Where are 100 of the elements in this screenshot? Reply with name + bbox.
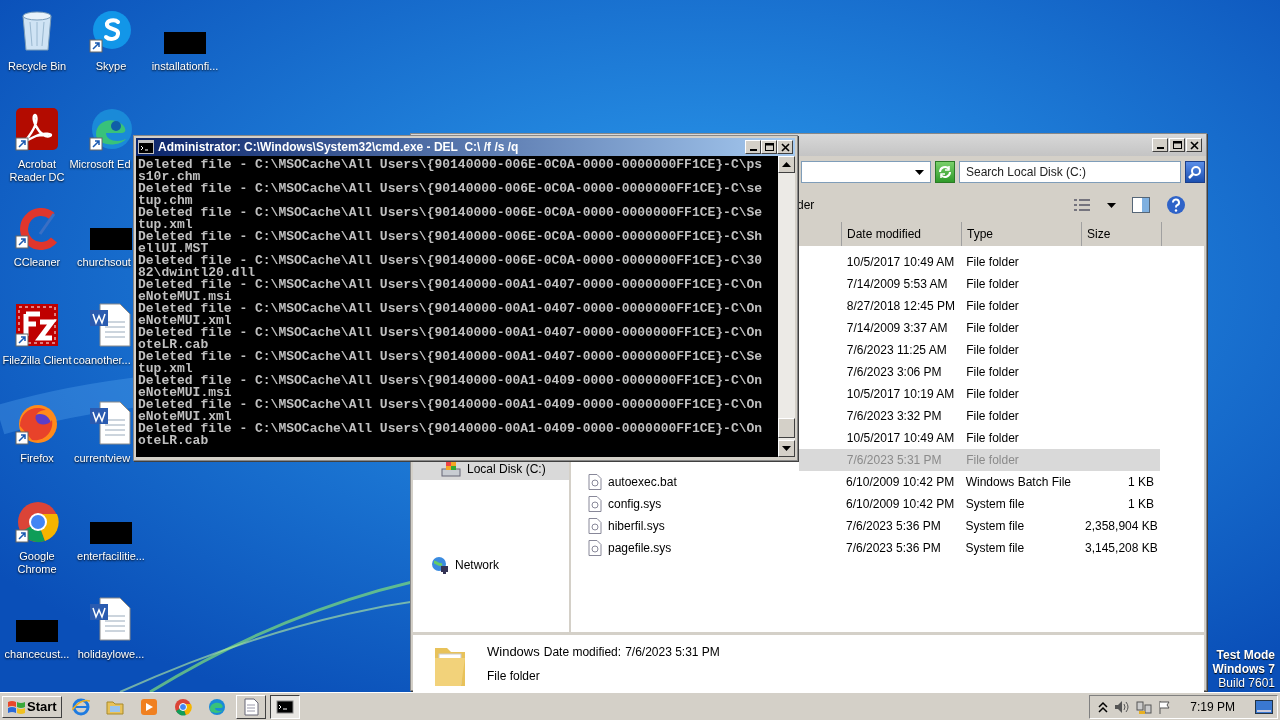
date-cell-text: 7/14/2009 5:53 AM [845, 276, 949, 293]
date-cell-text: 7/6/2023 3:06 PM [845, 364, 943, 381]
caret-icon [915, 169, 924, 175]
desktop-icon-label[interactable]: Skype [95, 60, 127, 73]
minimize-icon [749, 149, 757, 151]
refresh-icon [937, 165, 953, 179]
refresh-button[interactable] [935, 161, 955, 183]
speaker-icon[interactable] [1114, 699, 1131, 714]
system-notice: Windows 7 [1212, 662, 1275, 676]
desktop-icon-label[interactable]: CCleaner [13, 256, 61, 269]
console-line: s10r.chm [138, 171, 201, 183]
desktop-icon-label[interactable]: coanother... [73, 354, 131, 367]
console-line: oteLR.cab [138, 435, 210, 447]
desktop-icon-label[interactable]: Google Chrome [1, 550, 73, 576]
arrow-down-icon [782, 446, 791, 451]
size-cell-text: 3,145,208 KB [1084, 540, 1159, 557]
column-header[interactable]: Size [1082, 222, 1162, 246]
caret-icon[interactable] [1107, 202, 1116, 208]
close-button[interactable] [777, 140, 793, 154]
desktop-icon-label[interactable]: Recycle Bin [7, 60, 67, 73]
start-button[interactable]: Start [2, 695, 62, 718]
date-cell-text: 10/5/2017 10:19 AM [845, 386, 956, 403]
desktop-icon-label[interactable]: Firefox [20, 452, 54, 465]
file-row[interactable]: 7/6/2023 3:06 PM File folder [799, 361, 1160, 383]
item-type: File folder [487, 668, 541, 686]
file-row[interactable]: 7/14/2009 3:37 AM File folder [799, 317, 1160, 339]
console-line: Deleted file - C:\MSOCache\All Users\{90140000-006E-0C0A-0000-0000000FF1CE}-C\Se [138, 207, 764, 219]
chevron-up-icon[interactable] [1098, 700, 1109, 713]
file-row[interactable]: 7/14/2009 5:53 AM File folder [799, 273, 1160, 295]
search-icon [1188, 165, 1202, 179]
network-icon[interactable] [1136, 698, 1153, 715]
desktop-icon-label[interactable]: enterfacilitie... [77, 550, 145, 563]
nav-item[interactable]: Network [413, 554, 569, 576]
file-row[interactable]: 10/5/2017 10:49 AM File folder [799, 427, 1160, 449]
size-cell-text: 1 KB [1126, 474, 1155, 491]
desktop-icon-label[interactable]: Microsoft Ed [69, 158, 131, 171]
window-title: Administrator: C:\Windows\System32\cmd.exe - DEL C:\ /f /s /q [158, 139, 519, 156]
date-cell-text: 7/6/2023 11:25 AM [845, 342, 948, 359]
redaction-bar [90, 522, 132, 544]
file-row[interactable]: 7/6/2023 3:32 PM File folder [799, 405, 1160, 427]
show-desktop-icon[interactable] [1255, 699, 1273, 714]
file-row[interactable]: 10/5/2017 10:49 AM File folder [799, 251, 1160, 273]
file-name: autoexec.bat [608, 474, 677, 491]
column-header[interactable]: Type [962, 222, 1082, 246]
console-line: Deleted file - C:\MSOCache\All Users\{90140000-00A1-0407-0000-0000000FF1CE}-C\On [138, 327, 764, 339]
file-row[interactable]: autoexec.bat 6/10/2009 10:42 PM Windows Batch File 1 KB [571, 471, 1160, 493]
edge-icon [207, 697, 226, 716]
type-cell-text: File folder [965, 254, 1020, 271]
console-line: Deleted file - C:\MSOCache\All Users\{90140000-006E-0C0A-0000-0000000FF1CE}-C\30 [138, 255, 764, 267]
file-icon [588, 474, 602, 490]
scroll-up-button[interactable] [778, 156, 795, 173]
preview-pane-icon[interactable] [1132, 197, 1150, 213]
type-cell-text: File folder [965, 320, 1020, 337]
date-cell-text: 7/6/2023 3:32 PM [845, 408, 943, 425]
console-line: eNoteMUI.msi [138, 387, 233, 399]
type-cell-text: File folder [965, 298, 1020, 315]
address-field[interactable] [801, 161, 931, 183]
file-row[interactable]: pagefile.sys 7/6/2023 5:36 PM System file 3,145,208 KB [571, 537, 1160, 559]
console-icon [275, 697, 294, 716]
help-icon[interactable] [1166, 195, 1186, 215]
console-line: tup.xml [138, 363, 194, 375]
type-cell-text: File folder [965, 386, 1020, 403]
minimize-button[interactable] [1152, 138, 1168, 152]
maximize-icon [1171, 140, 1183, 150]
desktop-icon-label[interactable]: currentview [73, 452, 131, 465]
minimize-button[interactable] [745, 140, 761, 154]
search-field[interactable]: Search Local Disk (C:) [959, 161, 1181, 183]
size-cell-text: 2,358,904 KB [1084, 518, 1159, 535]
console-line: Deleted file - C:\MSOCache\All Users\{90140000-006E-0C0A-0000-0000000FF1CE}-C\se [138, 183, 764, 195]
view-list-icon[interactable] [1073, 198, 1091, 212]
column-header[interactable]: Date modified [842, 222, 962, 246]
date-cell-text: 7/14/2009 3:37 AM [845, 320, 949, 337]
desktop-icon-label[interactable]: installationfi... [151, 60, 219, 73]
scroll-down-button[interactable] [778, 440, 795, 457]
media-player-icon [139, 697, 158, 716]
maximize-button[interactable] [761, 140, 777, 154]
desktop-icon-label[interactable]: holidaylowe... [77, 648, 145, 661]
flag-icon[interactable] [1158, 699, 1173, 714]
file-row[interactable]: hiberfil.sys 7/6/2023 5:36 PM System file 2,358,904 KB [571, 515, 1160, 537]
console-line: Deleted file - C:\MSOCache\All Users\{90140000-00A1-0409-0000-0000000FF1CE}-C\On [138, 375, 764, 387]
file-row[interactable]: 8/27/2018 12:45 PM File folder [799, 295, 1160, 317]
desktop-icon-label[interactable]: chancecust... [4, 648, 70, 661]
date-cell-text: 6/10/2009 10:42 PM [845, 474, 956, 491]
desktop-icon-label[interactable]: FileZilla Client [2, 354, 72, 367]
desktop-icon-label[interactable]: churchsout [77, 256, 131, 269]
console-line: oteLR.cab [138, 339, 209, 351]
date-label: Date modified: [543, 643, 622, 661]
network-icon [431, 556, 449, 574]
file-row[interactable]: 7/6/2023 11:25 AM File folder [799, 339, 1160, 361]
scroll-thumb[interactable] [778, 418, 795, 438]
taskbar-button[interactable] [269, 694, 300, 719]
close-button[interactable] [1186, 138, 1202, 152]
date-cell-text: 10/5/2017 10:49 AM [845, 254, 956, 271]
search-button[interactable] [1185, 161, 1205, 183]
file-row[interactable]: 10/5/2017 10:19 AM File folder [799, 383, 1160, 405]
clock[interactable]: 7:19 PM [1190, 697, 1235, 716]
file-row[interactable]: config.sys 6/10/2009 10:42 PM System file 1 KB [571, 493, 1160, 515]
console-line: Deleted file - C:\MSOCache\All Users\{90140000-00A1-0407-0000-0000000FF1CE}-C\On [138, 279, 764, 291]
maximize-button[interactable] [1169, 138, 1185, 152]
type-cell-text: File folder [965, 342, 1020, 359]
